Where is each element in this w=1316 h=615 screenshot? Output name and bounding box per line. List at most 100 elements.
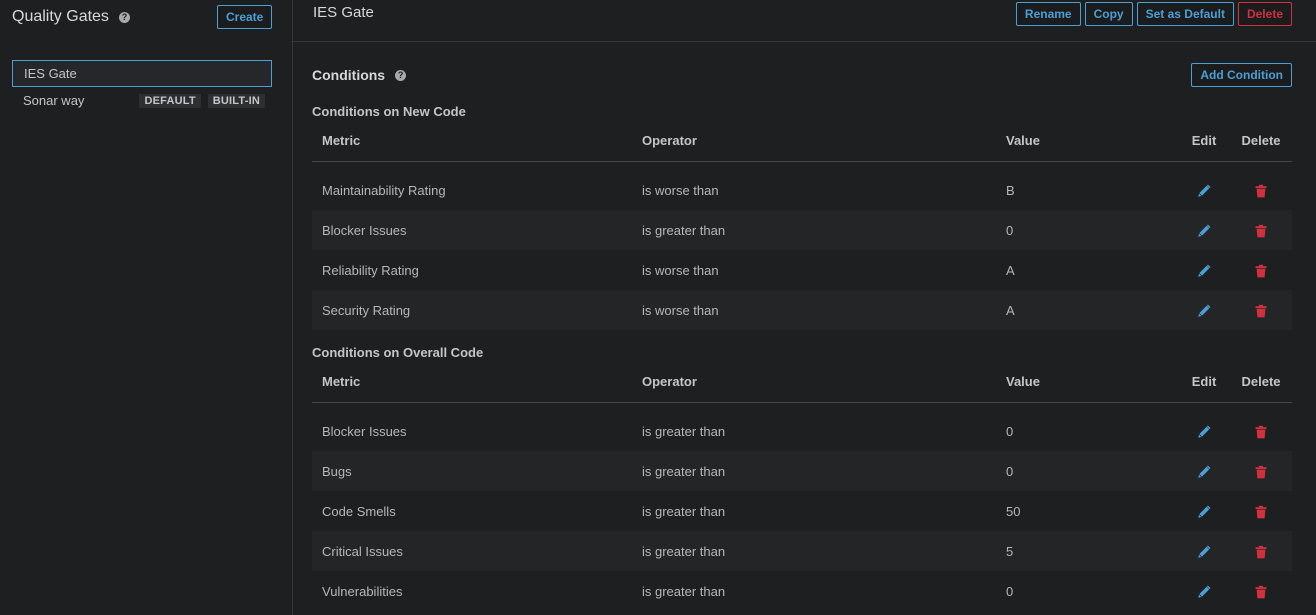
edit-cell (1178, 451, 1230, 491)
help-icon[interactable]: ? (395, 69, 407, 81)
value-cell: A (996, 290, 1178, 330)
operator-cell: is greater than (632, 451, 996, 491)
delete-cell (1230, 571, 1292, 611)
trash-icon[interactable] (1254, 184, 1268, 198)
value-cell: 0 (996, 451, 1178, 491)
operator-cell: is greater than (642, 503, 726, 519)
delete-cell (1230, 491, 1292, 531)
delete-column-header: Delete (1230, 362, 1292, 403)
conditions-title: Conditions (312, 67, 386, 83)
metric-cell: Security Rating (312, 290, 632, 330)
overall-code-section-title: Conditions on Overall Code (312, 345, 484, 360)
pencil-icon[interactable] (1197, 224, 1211, 238)
trash-icon[interactable] (1254, 224, 1268, 238)
edit-cell (1178, 250, 1230, 290)
add-condition-button[interactable]: Add Condition (1191, 63, 1292, 87)
metric-cell: Blocker Issues (312, 210, 632, 250)
overall-code-rows: Blocker Issues is greater than 0 Bugs is gre… (312, 402, 1292, 611)
delete-cell (1230, 210, 1292, 250)
operator-column-header: Operator (632, 362, 996, 403)
table-row: Code Smells is greater than 50 (312, 491, 1292, 531)
value-cell: 0 (1006, 423, 1014, 439)
value-cell: 0 (1006, 583, 1014, 599)
conditions-header: Conditions ? Add Condition (312, 62, 1292, 88)
table-row: Critical Issues is greater than 5 (312, 531, 1292, 571)
table-row: Maintainability Rating is worse than B (312, 161, 1292, 210)
gate-header: IES Gate Rename Copy Set as Default Dele… (293, 0, 1316, 42)
create-button[interactable]: Create (217, 5, 273, 29)
value-column-header: Value (996, 362, 1178, 403)
delete-cell (1230, 531, 1292, 571)
gate-actions: Rename Copy Set as Default Delete (1015, 2, 1292, 26)
table-row: Vulnerabilities is greater than 0 (312, 571, 1292, 611)
delete-column-header: Delete (1230, 121, 1292, 162)
table-row: Blocker Issues is greater than 0 (312, 210, 1292, 250)
gate-name: Sonar way (23, 93, 85, 108)
pencil-icon[interactable] (1197, 505, 1211, 519)
value-cell: B (1006, 182, 1015, 198)
table-row: Bugs is greater than 0 (312, 451, 1292, 491)
edit-cell (1178, 161, 1230, 210)
metric-cell: Code Smells (322, 503, 396, 519)
new-code-section-title: Conditions on New Code (312, 104, 466, 119)
metric-cell: Bugs (312, 451, 632, 491)
metric-cell: Vulnerabilities (322, 583, 403, 599)
edit-column-header: Edit (1178, 121, 1230, 162)
new-code-rows: Maintainability Rating is worse than B Bloc… (312, 161, 1292, 330)
operator-cell: is greater than (632, 531, 996, 571)
edit-cell (1178, 571, 1230, 611)
gate-item-sonar-way[interactable]: Sonar way DEFAULT BUILT-IN (12, 87, 272, 114)
pencil-icon[interactable] (1197, 304, 1211, 318)
gate-item-ies-gate[interactable]: IES Gate (12, 60, 272, 87)
operator-cell: is greater than (642, 423, 726, 439)
delete-cell (1230, 161, 1292, 210)
delete-cell (1230, 451, 1292, 491)
operator-cell: is worse than (632, 290, 996, 330)
trash-icon[interactable] (1254, 304, 1268, 318)
pencil-icon[interactable] (1197, 585, 1211, 599)
delete-cell (1230, 250, 1292, 290)
operator-cell: is greater than (632, 210, 996, 250)
delete-cell (1230, 290, 1292, 330)
gate-details: IES Gate Rename Copy Set as Default Dele… (293, 0, 1316, 615)
help-icon[interactable]: ? (118, 11, 130, 23)
value-column-header: Value (996, 121, 1178, 162)
default-badge: DEFAULT (139, 93, 201, 108)
pencil-icon[interactable] (1197, 264, 1211, 278)
metric-cell: Maintainability Rating (322, 182, 446, 198)
value-cell: A (1006, 262, 1015, 278)
set-as-default-button[interactable]: Set as Default (1136, 2, 1234, 26)
gate-name: IES Gate (24, 66, 77, 81)
table-header-row: Metric Operator Value Edit Delete (312, 121, 1292, 162)
operator-cell: is greater than (642, 583, 726, 599)
trash-icon[interactable] (1254, 425, 1268, 439)
built-in-badge: BUILT-IN (207, 93, 265, 108)
table-row: Reliability Rating is worse than A (312, 250, 1292, 290)
pencil-icon[interactable] (1197, 425, 1211, 439)
copy-button[interactable]: Copy (1084, 2, 1133, 26)
edit-cell (1178, 210, 1230, 250)
metric-cell: Reliability Rating (322, 262, 419, 278)
table-row: Security Rating is worse than A (312, 290, 1292, 330)
pencil-icon[interactable] (1197, 545, 1211, 559)
edit-cell (1178, 491, 1230, 531)
overall-code-conditions-table: Metric Operator Value Edit Delete Blocke… (312, 362, 1292, 611)
pencil-icon[interactable] (1197, 184, 1211, 198)
trash-icon[interactable] (1254, 465, 1268, 479)
trash-icon[interactable] (1254, 264, 1268, 278)
gate-list: IES Gate Sonar way DEFAULT BUILT-IN (12, 60, 272, 114)
metric-column-header: Metric (312, 362, 632, 403)
pencil-icon[interactable] (1197, 465, 1211, 479)
trash-icon[interactable] (1254, 545, 1268, 559)
operator-column-header: Operator (632, 121, 996, 162)
rename-button[interactable]: Rename (1015, 2, 1081, 26)
edit-cell (1178, 402, 1230, 451)
value-cell: 0 (996, 210, 1178, 250)
trash-icon[interactable] (1254, 505, 1268, 519)
metric-column-header: Metric (312, 121, 632, 162)
sidebar-header: Quality Gates ? (12, 8, 130, 26)
delete-gate-button[interactable]: Delete (1237, 2, 1292, 26)
trash-icon[interactable] (1254, 585, 1268, 599)
metric-cell: Blocker Issues (322, 423, 407, 439)
value-cell: 5 (996, 531, 1178, 571)
